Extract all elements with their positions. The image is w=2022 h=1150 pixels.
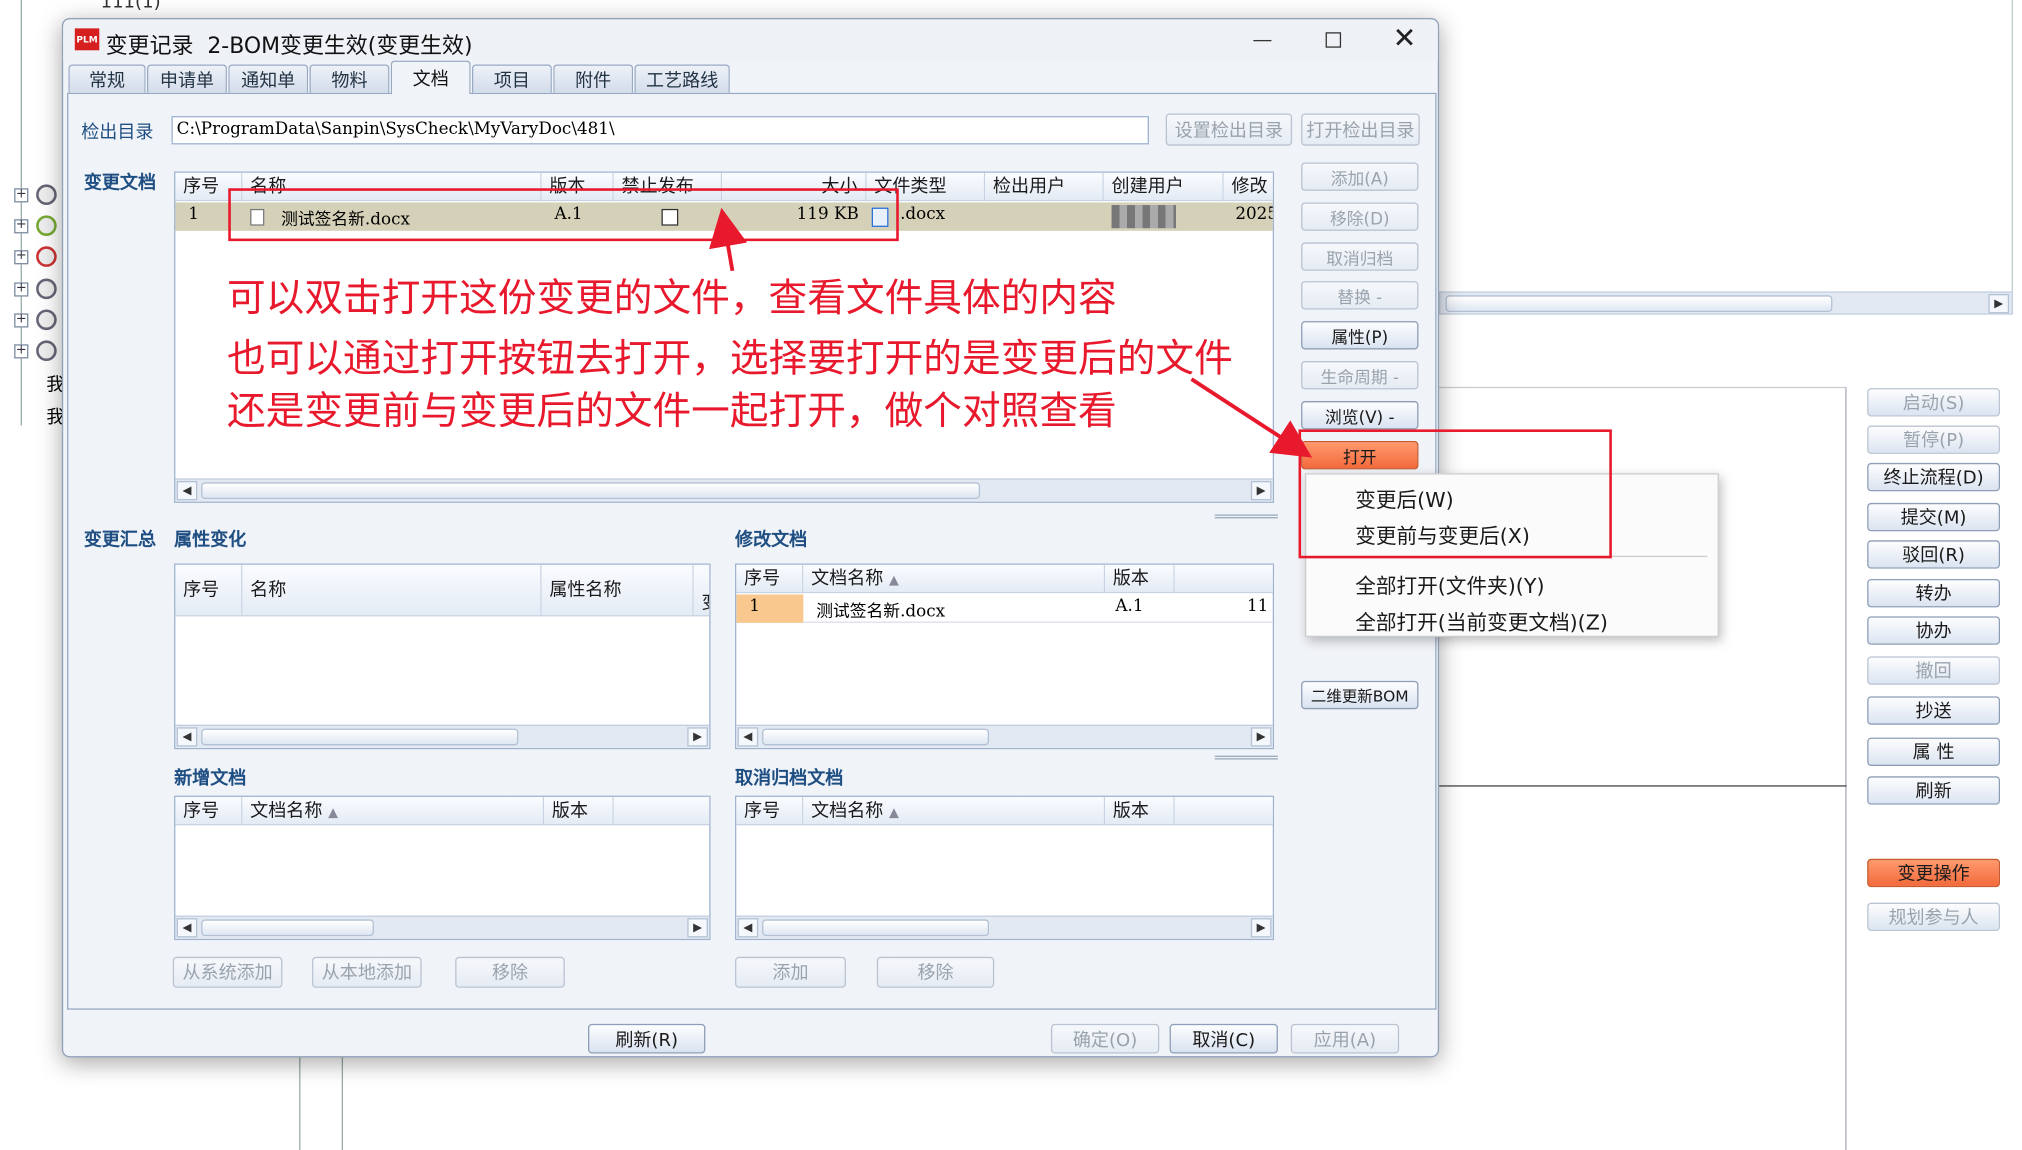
annotation-arrows bbox=[709, 207, 1313, 458]
screen: + + + + + + 我 我 111(1) ▶ 启动(S) 暂停(P) 终止流… bbox=[0, 0, 2022, 1150]
arrow-to-open-button bbox=[1190, 377, 1313, 458]
arrow-to-file-row bbox=[709, 207, 748, 272]
tab-documents[interactable]: 文档 bbox=[390, 60, 471, 95]
